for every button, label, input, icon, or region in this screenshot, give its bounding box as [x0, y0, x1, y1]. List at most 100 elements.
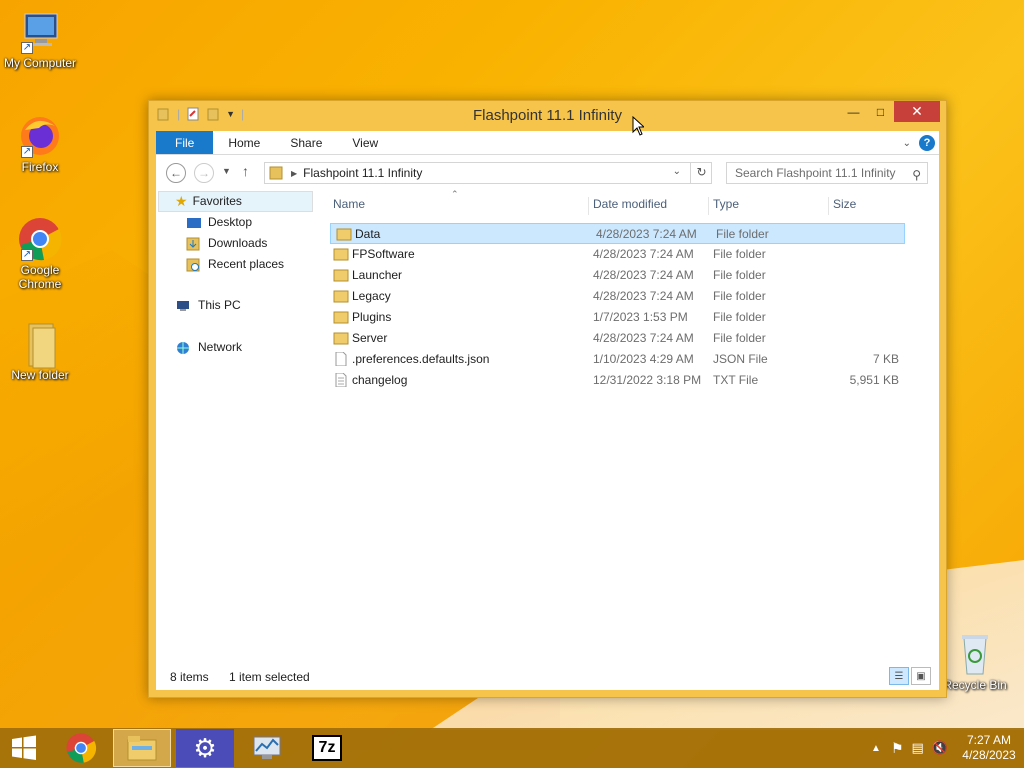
help-icon[interactable]: ?: [919, 135, 935, 151]
status-bar: 8 items 1 item selected ☰ ▣: [156, 662, 939, 690]
nav-recent-places[interactable]: Recent places: [156, 254, 316, 275]
file-row-fpsoftware[interactable]: FPSoftware 4/28/2023 7:24 AM File folder: [328, 244, 939, 265]
taskbar-file-explorer[interactable]: [113, 729, 171, 767]
navigation-pane: ★ Favorites Desktop Downloads Recent pla…: [156, 191, 316, 662]
text-file-icon: [335, 373, 347, 387]
explorer-window[interactable]: | ▼ | Flashpoint 11.1 Infinity — □ ✕ Fil…: [148, 100, 947, 698]
folder-icon: [333, 311, 349, 324]
file-row-data[interactable]: Data 4/28/2023 7:24 AM File folder: [330, 223, 905, 244]
details-view-icon[interactable]: ☰: [889, 667, 909, 685]
show-hidden-icons-icon[interactable]: ▲: [871, 743, 881, 754]
breadcrumb-current[interactable]: Flashpoint 11.1 Infinity: [303, 166, 422, 180]
file-row-server[interactable]: Server 4/28/2023 7:24 AM File folder: [328, 328, 939, 349]
taskbar-chrome[interactable]: [52, 729, 110, 767]
mouse-cursor-icon: [632, 116, 644, 136]
clock[interactable]: 7:27 AM 4/28/2023: [954, 733, 1024, 763]
clock-time: 7:27 AM: [966, 733, 1012, 747]
downloads-icon: [186, 237, 200, 250]
address-row: ← → ▼ ↑ ▶ Flashpoint 11.1 Infinity ⌄ ↻ S…: [156, 155, 939, 191]
ribbon-tabs: File Home Share View ⌄ ?: [156, 131, 939, 155]
nav-desktop[interactable]: Desktop: [156, 212, 316, 233]
file-row-preferences-json[interactable]: .preferences.defaults.json 1/10/2023 4:2…: [328, 349, 939, 370]
system-tray: ▲ ⚑ ▤ 🔇 7:27 AM 4/28/2023: [871, 728, 1024, 768]
tab-share[interactable]: Share: [275, 131, 337, 154]
network-tray-icon[interactable]: ▤: [912, 740, 924, 756]
network-icon: [177, 341, 189, 354]
nav-this-pc[interactable]: This PC: [156, 295, 316, 316]
settings-icon: ⚙: [193, 733, 217, 763]
explorer-body: File Home Share View ⌄ ? ← → ▼ ↑ ▶ Flash…: [156, 131, 939, 690]
desktop-icon: [187, 217, 201, 228]
forward-button[interactable]: →: [194, 163, 214, 183]
column-date-modified[interactable]: Date modified: [588, 197, 667, 215]
desktop-icon-recycle-bin[interactable]: Recycle Bin: [935, 632, 1015, 692]
this-pc-icon: [177, 300, 189, 311]
computer-icon: ↗: [17, 8, 63, 54]
large-icons-view-icon[interactable]: ▣: [911, 667, 931, 685]
title-bar[interactable]: | ▼ | Flashpoint 11.1 Infinity — □ ✕: [149, 101, 946, 131]
file-row-plugins[interactable]: Plugins 1/7/2023 1:53 PM File folder: [328, 307, 939, 328]
window-title: Flashpoint 11.1 Infinity: [473, 107, 622, 124]
taskbar: ⚙ 7z ▲ ⚑ ▤ 🔇 7:27 AM 4/28/2023: [0, 728, 1024, 768]
volume-muted-icon[interactable]: 🔇: [932, 740, 948, 756]
clock-date: 4/28/2023: [962, 748, 1016, 762]
recent-places-icon: [186, 258, 200, 271]
up-button[interactable]: ↑: [242, 163, 249, 179]
desktop-icon-my-computer[interactable]: ↗ My Computer: [0, 8, 80, 70]
ribbon-expand-icon[interactable]: ⌄: [903, 138, 911, 149]
back-button[interactable]: ←: [166, 163, 186, 183]
windows-logo-icon: [12, 735, 36, 760]
desktop-icon-chrome[interactable]: ↗ Google Chrome: [0, 215, 80, 291]
address-bar[interactable]: ▶ Flashpoint 11.1 Infinity ⌄: [264, 162, 712, 184]
chrome-icon: [66, 733, 97, 763]
close-button[interactable]: ✕: [894, 101, 940, 122]
desktop-icon-firefox[interactable]: ↗ Firefox: [0, 112, 80, 174]
taskbar-7zip[interactable]: 7z: [298, 729, 356, 767]
file-row-changelog[interactable]: changelog 12/31/2022 3:18 PM TXT File 5,…: [328, 370, 939, 391]
action-center-flag-icon[interactable]: ⚑: [891, 740, 904, 757]
start-button[interactable]: [0, 729, 48, 767]
star-icon: ★: [175, 193, 188, 209]
nav-favorites[interactable]: ★ Favorites: [158, 191, 313, 212]
column-type[interactable]: Type: [708, 197, 739, 215]
item-count: 8 items: [170, 670, 209, 684]
tab-view[interactable]: View: [337, 131, 393, 154]
desktop-icon-new-folder[interactable]: New folder: [0, 320, 80, 382]
taskbar-performance-monitor[interactable]: [238, 729, 296, 767]
file-row-legacy[interactable]: Legacy 4/28/2023 7:24 AM File folder: [328, 286, 939, 307]
taskbar-settings[interactable]: ⚙: [176, 729, 234, 767]
folder-icon: [336, 228, 352, 241]
folder-icon: [333, 290, 349, 303]
column-size[interactable]: Size: [828, 197, 856, 215]
nav-downloads[interactable]: Downloads: [156, 233, 316, 254]
maximize-button[interactable]: □: [867, 101, 894, 122]
folder-icon: [333, 248, 349, 261]
folder-icon: [333, 332, 349, 345]
recent-locations-icon[interactable]: ▼: [222, 166, 231, 176]
folder-icon: [17, 320, 63, 369]
recycle-bin-icon: [952, 632, 998, 676]
tab-home[interactable]: Home: [213, 131, 275, 154]
refresh-button[interactable]: ↻: [690, 162, 712, 184]
firefox-icon: ↗: [17, 112, 63, 158]
search-icon[interactable]: ⚲: [912, 165, 921, 185]
file-explorer-icon: [127, 736, 157, 761]
performance-monitor-icon: [253, 736, 281, 759]
file-icon: [335, 352, 347, 366]
breadcrumb-chevron-icon[interactable]: ▶: [291, 169, 297, 178]
address-dropdown-icon[interactable]: ⌄: [673, 166, 681, 177]
column-name[interactable]: Name: [328, 197, 365, 215]
folder-icon: [269, 166, 283, 180]
folder-icon: [333, 269, 349, 282]
file-list: ⌃ Name Date modified Type Size Data 4/28…: [328, 189, 939, 662]
column-headers: ⌃ Name Date modified Type Size: [328, 189, 939, 219]
chrome-icon: ↗: [17, 215, 63, 261]
tab-file[interactable]: File: [156, 131, 214, 154]
file-row-launcher[interactable]: Launcher 4/28/2023 7:24 AM File folder: [328, 265, 939, 286]
7zip-icon: 7z: [312, 735, 342, 761]
minimize-button[interactable]: —: [840, 101, 867, 122]
sort-up-icon: ⌃: [451, 189, 459, 199]
search-input[interactable]: Search Flashpoint 11.1 Infinity ⚲: [726, 162, 928, 184]
nav-network[interactable]: Network: [156, 337, 316, 358]
file-rows: Data 4/28/2023 7:24 AM File folder FPSof…: [328, 223, 939, 391]
